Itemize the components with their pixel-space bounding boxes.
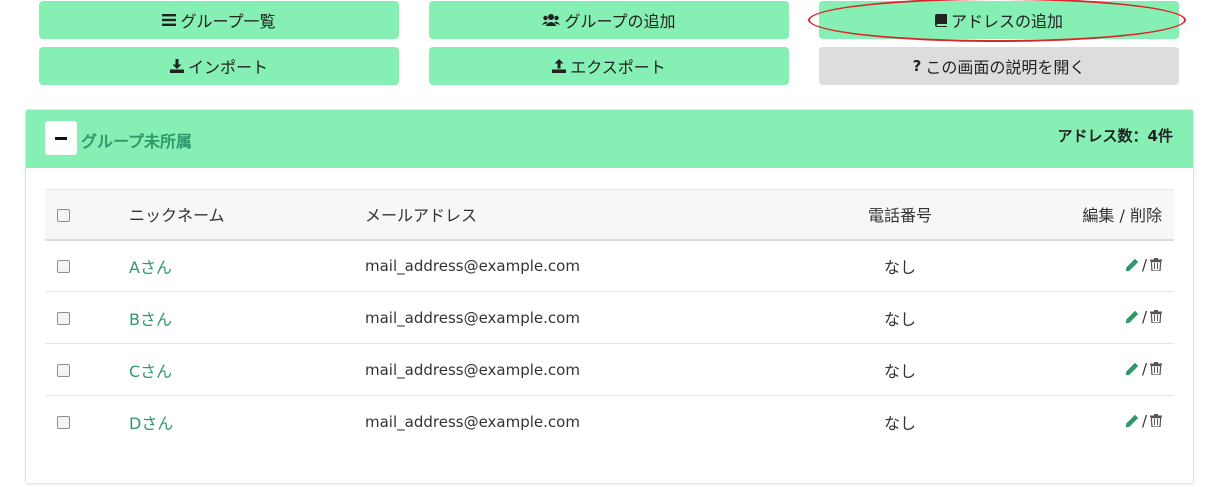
table-header-row: ニックネーム メールアドレス 電話番号 編集 / 削除 [45, 189, 1174, 241]
trash-icon[interactable] [1150, 414, 1162, 428]
table-row: Cさん mail_address@example.com なし / [45, 343, 1174, 396]
select-all-checkbox[interactable] [57, 208, 70, 222]
list-icon [162, 14, 177, 26]
email-cell: mail_address@example.com [365, 361, 580, 379]
export-button[interactable]: エクスポート [429, 47, 789, 85]
upload-icon [552, 59, 567, 73]
group-list-button[interactable]: グループ一覧 [39, 1, 399, 39]
add-address-button[interactable]: アドレスの追加 [819, 1, 1179, 39]
help-button[interactable]: ? この画面の説明を開く [819, 47, 1179, 85]
question-icon: ? [912, 57, 922, 75]
table-row: Bさん mail_address@example.com なし / [45, 291, 1174, 344]
nickname-link[interactable]: Aさん [129, 258, 172, 277]
action-separator: / [1141, 411, 1147, 430]
phone-cell: なし [883, 361, 916, 381]
edit-delete-header: 編集 / 削除 [995, 189, 1174, 241]
group-panel-header: グループ未所属 アドレス数：4件 [26, 110, 1193, 168]
table-row: Dさん mail_address@example.com なし / [45, 396, 1174, 448]
row-checkbox[interactable] [57, 416, 70, 430]
group-title[interactable]: グループ未所属 [81, 128, 192, 152]
pencil-icon[interactable] [1125, 310, 1139, 324]
pencil-icon[interactable] [1125, 258, 1139, 272]
add-address-label: アドレスの追加 [950, 12, 1063, 31]
import-button[interactable]: インポート [39, 47, 399, 85]
users-icon [542, 13, 561, 27]
phone-cell: なし [883, 257, 916, 277]
row-checkbox[interactable] [57, 312, 70, 325]
action-separator: / [1141, 307, 1147, 326]
collapse-button[interactable] [45, 121, 77, 155]
phone-cell: なし [883, 413, 916, 433]
book-icon [934, 13, 947, 27]
help-label: この画面の説明を開く [925, 58, 1086, 77]
pencil-icon[interactable] [1125, 414, 1139, 428]
trash-icon[interactable] [1150, 258, 1162, 272]
email-cell: mail_address@example.com [365, 413, 580, 432]
group-panel: グループ未所属 アドレス数：4件 ニックネーム メールアドレス 電話番号 編集 … [25, 109, 1194, 484]
add-group-label: グループの追加 [564, 12, 676, 31]
add-group-button[interactable]: グループの追加 [429, 1, 789, 39]
group-list-label: グループ一覧 [180, 12, 276, 31]
email-cell: mail_address@example.com [365, 257, 580, 276]
import-label: インポート [187, 58, 268, 77]
email-header: メールアドレス [365, 189, 805, 241]
nickname-link[interactable]: Cさん [129, 362, 172, 381]
nickname-header: ニックネーム [129, 189, 365, 241]
action-separator: / [1141, 359, 1147, 378]
email-cell: mail_address@example.com [365, 309, 580, 327]
row-checkbox[interactable] [57, 260, 70, 274]
address-table: ニックネーム メールアドレス 電話番号 編集 / 削除 Aさん mail_add… [45, 189, 1174, 448]
minus-icon [55, 136, 67, 140]
export-label: エクスポート [570, 58, 666, 77]
trash-icon[interactable] [1150, 362, 1162, 375]
address-count: アドレス数：4件 [1057, 127, 1173, 145]
phone-cell: なし [883, 309, 916, 329]
download-icon [169, 59, 184, 73]
select-all-cell [45, 189, 129, 241]
action-separator: / [1141, 255, 1147, 274]
nickname-link[interactable]: Dさん [129, 414, 173, 433]
nickname-link[interactable]: Bさん [129, 310, 172, 329]
phone-header: 電話番号 [805, 189, 995, 241]
table-row: Aさん mail_address@example.com なし / [45, 239, 1174, 292]
trash-icon[interactable] [1150, 310, 1162, 323]
row-checkbox[interactable] [57, 364, 70, 377]
pencil-icon[interactable] [1125, 362, 1139, 376]
